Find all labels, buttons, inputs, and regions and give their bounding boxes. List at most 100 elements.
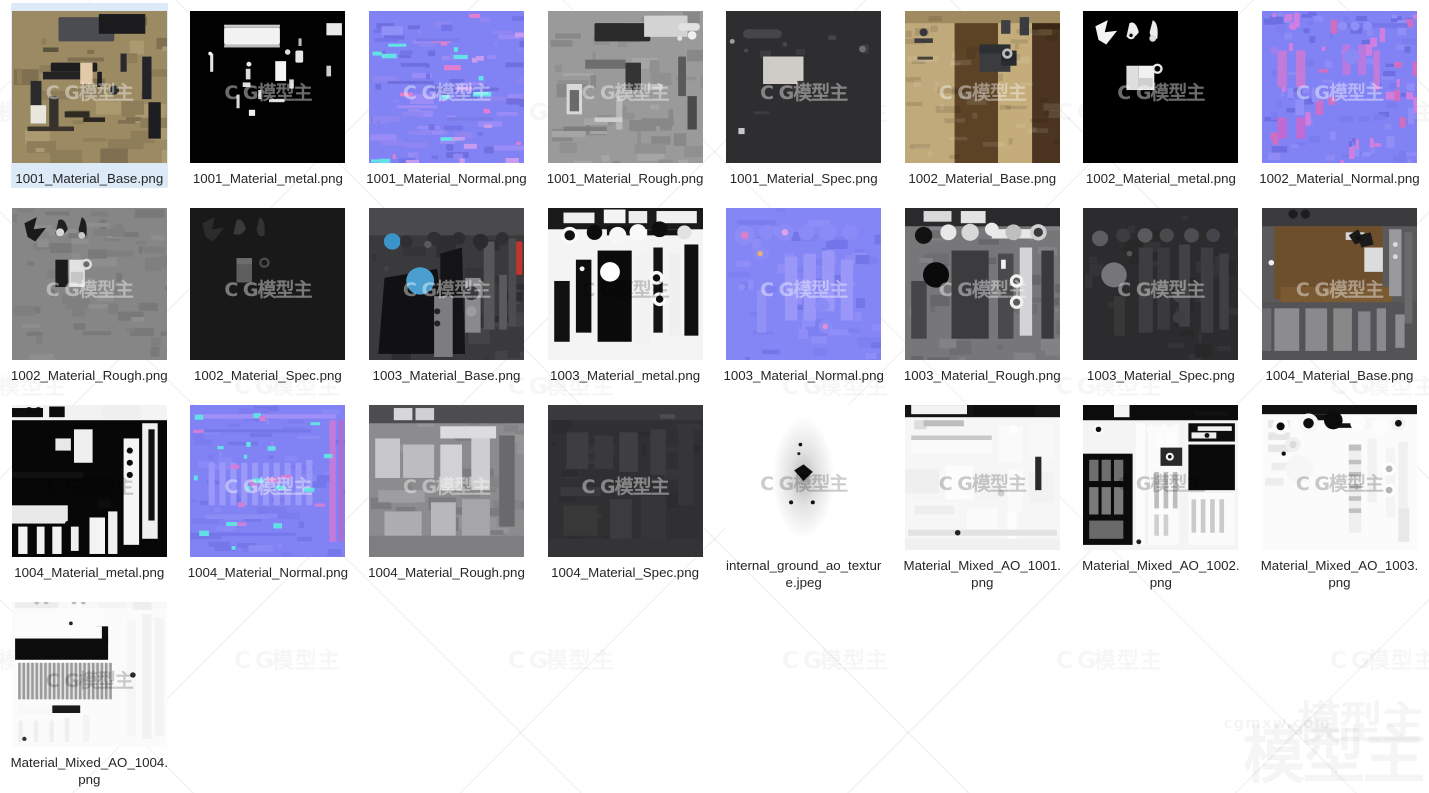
file-thumbnail[interactable]: C G模型主	[1261, 11, 1417, 163]
texture-preview-image: C G模型主	[547, 405, 703, 557]
file-item[interactable]: C G模型主 1002_Material_Rough.png	[0, 197, 179, 394]
file-name-label: 1003_Material_Normal.png	[723, 368, 884, 383]
texture-preview-image: C G模型主	[190, 208, 346, 360]
file-name-label: 1001_Material_Spec.png	[729, 171, 878, 186]
file-item[interactable]: C G模型主 1004_Material_Rough.png	[357, 394, 536, 591]
file-name-label: 1001_Material_Rough.png	[546, 171, 704, 186]
file-thumbnail[interactable]: C G模型主	[726, 11, 882, 163]
texture-preview-image: C G模型主	[368, 11, 524, 163]
file-name-label: 1004_Material_Normal.png	[187, 565, 349, 580]
texture-preview-image: C G模型主	[726, 405, 882, 550]
texture-preview-image: C G模型主	[190, 11, 346, 163]
texture-preview-image: C G模型主	[368, 405, 524, 557]
file-name-label: 1002_Material_Normal.png	[1259, 171, 1420, 186]
file-name-label: 1002_Material_Spec.png	[193, 368, 342, 383]
file-thumbnail[interactable]: C G模型主	[11, 208, 167, 360]
file-thumbnail[interactable]: C G模型主	[904, 208, 1060, 360]
file-item[interactable]: C G模型主 1004_Material_Normal.png	[179, 394, 358, 591]
file-name-label: 1004_Material_Rough.png	[368, 565, 525, 580]
texture-preview-image: C G模型主	[547, 11, 703, 163]
file-item[interactable]: C G模型主 1004_Material_Base.png	[1250, 197, 1429, 394]
file-name-label: Material_Mixed_AO_1001.png	[903, 558, 1061, 590]
texture-preview-image: C G模型主	[11, 208, 167, 360]
file-name-label: 1001_Material_Normal.png	[366, 171, 527, 186]
file-item[interactable]: C G模型主 1001_Material_metal.png	[179, 0, 358, 197]
file-item[interactable]: C G模型主 1001_Material_Rough.png	[536, 0, 715, 197]
file-thumbnail[interactable]: C G模型主	[726, 405, 882, 550]
file-item[interactable]: C G模型主 1003_Material_Rough.png	[893, 197, 1072, 394]
file-item[interactable]: C G模型主 Material_Mixed_AO_1004.png	[0, 591, 179, 788]
file-thumbnail[interactable]: C G模型主	[11, 11, 167, 163]
file-thumbnail[interactable]: C G模型主	[904, 405, 1060, 550]
file-item[interactable]: C G模型主 1003_Material_metal.png	[536, 197, 715, 394]
file-thumbnail[interactable]: C G模型主	[1083, 11, 1239, 163]
file-thumbnail[interactable]: C G模型主	[1261, 208, 1417, 360]
file-item[interactable]: C G模型主 1004_Material_Spec.png	[536, 394, 715, 591]
file-name-label: 1004_Material_Spec.png	[551, 565, 699, 580]
texture-preview-image: C G模型主	[1261, 405, 1417, 550]
file-item[interactable]: C G模型主 internal_ground_ao_texture.jpeg	[714, 394, 893, 591]
file-name-label: 1003_Material_Base.png	[372, 368, 521, 383]
file-item[interactable]: C G模型主 Material_Mixed_AO_1003.png	[1250, 394, 1429, 591]
file-thumbnail[interactable]: C G模型主	[190, 405, 346, 557]
texture-preview-image: C G模型主	[904, 208, 1060, 360]
texture-preview-image: C G模型主	[190, 405, 346, 557]
texture-preview-image: C G模型主	[1083, 11, 1239, 163]
file-thumbnail[interactable]: C G模型主	[1261, 405, 1417, 550]
texture-preview-image: C G模型主	[726, 11, 882, 163]
texture-preview-image: C G模型主	[11, 602, 167, 747]
texture-preview-image: C G模型主	[11, 405, 167, 557]
file-name-label: 1004_Material_metal.png	[14, 565, 165, 580]
file-item[interactable]: C G模型主 1002_Material_Spec.png	[179, 197, 358, 394]
file-name-label: Material_Mixed_AO_1002.png	[1082, 558, 1240, 590]
file-name-label: 1002_Material_Rough.png	[10, 368, 168, 383]
texture-preview-image: C G模型主	[1261, 208, 1417, 360]
file-name-label: 1002_Material_metal.png	[1085, 171, 1236, 186]
file-thumbnail[interactable]: C G模型主	[1083, 405, 1239, 550]
file-name-label: Material_Mixed_AO_1003.png	[1260, 558, 1419, 590]
file-item[interactable]: C G模型主 1001_Material_Base.png	[0, 0, 179, 197]
file-thumbnail[interactable]: C G模型主	[368, 405, 524, 557]
file-thumbnail[interactable]: C G模型主	[368, 208, 524, 360]
texture-preview-image: C G模型主	[904, 11, 1060, 163]
file-name-label: 1004_Material_Base.png	[1265, 368, 1414, 383]
file-item[interactable]: C G模型主 1002_Material_Base.png	[893, 0, 1072, 197]
file-name-label: 1002_Material_Base.png	[908, 171, 1057, 186]
file-thumbnail[interactable]: C G模型主	[368, 11, 524, 163]
file-thumbnail[interactable]: C G模型主	[11, 405, 167, 557]
file-thumbnail-grid[interactable]: C G模型主 1001_Material_Base.png C G模型主 1001_M…	[0, 0, 1429, 788]
texture-preview-image: C G模型主	[1083, 405, 1239, 550]
file-item[interactable]: C G模型主 Material_Mixed_AO_1001.png	[893, 394, 1072, 591]
file-thumbnail[interactable]: C G模型主	[11, 602, 167, 747]
file-name-label: 1003_Material_Rough.png	[903, 368, 1061, 383]
texture-preview-image: C G模型主	[11, 11, 167, 163]
file-thumbnail[interactable]: C G模型主	[190, 208, 346, 360]
file-item[interactable]: C G模型主 1003_Material_Normal.png	[714, 197, 893, 394]
file-thumbnail[interactable]: C G模型主	[547, 208, 703, 360]
file-thumbnail[interactable]: C G模型主	[904, 11, 1060, 163]
file-thumbnail[interactable]: C G模型主	[726, 208, 882, 360]
file-name-label: 1003_Material_Spec.png	[1086, 368, 1235, 383]
file-thumbnail[interactable]: C G模型主	[190, 11, 346, 163]
texture-preview-image: C G模型主	[1261, 11, 1417, 163]
file-name-label: 1003_Material_metal.png	[550, 368, 701, 383]
file-thumbnail[interactable]: C G模型主	[547, 405, 703, 557]
file-item[interactable]: C G模型主 Material_Mixed_AO_1002.png	[1072, 394, 1251, 591]
texture-preview-image: C G模型主	[1083, 208, 1239, 360]
file-item[interactable]: C G模型主 1003_Material_Spec.png	[1072, 197, 1251, 394]
file-name-label: Material_Mixed_AO_1004.png	[10, 755, 169, 787]
texture-preview-image: C G模型主	[547, 208, 703, 360]
file-thumbnail[interactable]: C G模型主	[1083, 208, 1239, 360]
texture-preview-image: C G模型主	[726, 208, 882, 360]
texture-preview-image: C G模型主	[368, 208, 524, 360]
file-item[interactable]: C G模型主 1001_Material_Normal.png	[357, 0, 536, 197]
file-item[interactable]: C G模型主 1003_Material_Base.png	[357, 197, 536, 394]
file-item[interactable]: C G模型主 1002_Material_Normal.png	[1250, 0, 1429, 197]
file-item[interactable]: C G模型主 1004_Material_metal.png	[0, 394, 179, 591]
file-item[interactable]: C G模型主 1002_Material_metal.png	[1072, 0, 1251, 197]
file-item[interactable]: C G模型主 1001_Material_Spec.png	[714, 0, 893, 197]
file-name-label: internal_ground_ao_texture.jpeg	[726, 558, 882, 590]
texture-preview-image: C G模型主	[904, 405, 1060, 550]
file-thumbnail[interactable]: C G模型主	[547, 11, 703, 163]
file-name-label: 1001_Material_metal.png	[192, 171, 343, 186]
